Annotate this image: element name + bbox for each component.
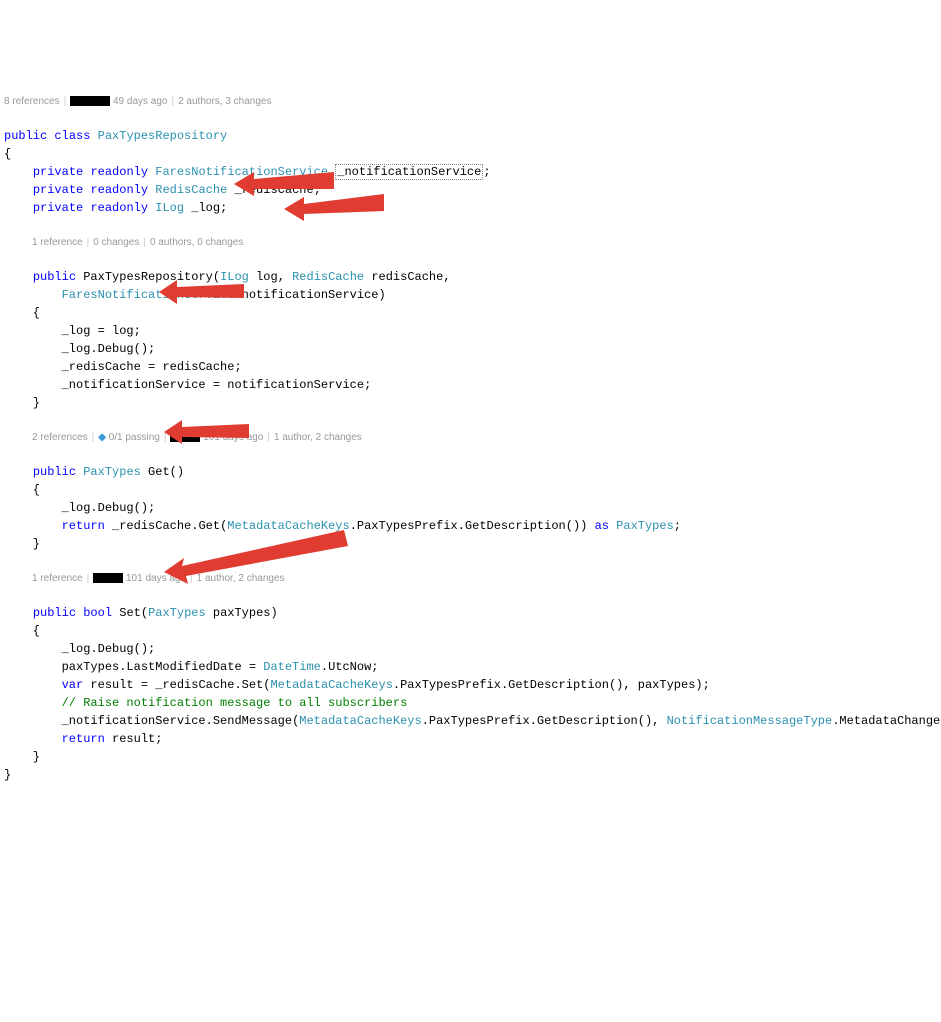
codelens-authors[interactable]: 2 authors, 3 changes	[178, 94, 271, 109]
keyword-readonly: readonly	[90, 165, 148, 179]
field-rediscache: _redisCache	[234, 183, 313, 197]
comment-raise: // Raise notification message to all sub…	[62, 696, 408, 710]
code-editor[interactable]: 8 references| 49 days ago|2 authors, 3 c…	[4, 76, 937, 928]
codelens-class[interactable]: 8 references| 49 days ago|2 authors, 3 c…	[4, 94, 937, 109]
codelens-refs[interactable]: 8 references	[4, 94, 60, 109]
type-paxtypesrepository: PaxTypesRepository	[98, 129, 228, 143]
keyword-public: public	[4, 129, 47, 143]
codelens-days[interactable]: 49 days ago	[113, 94, 168, 109]
codelens-get[interactable]: 2 references|◆ 0/1 passing| 101 days ago…	[32, 430, 937, 445]
ctor-name: PaxTypesRepository	[83, 270, 213, 284]
redacted-author	[170, 432, 200, 442]
type-ilog: ILog	[155, 201, 184, 215]
redacted-author	[93, 573, 123, 583]
type-rediscache: RedisCache	[155, 183, 227, 197]
type-faresnotificationservice: FaresNotificationService	[155, 165, 328, 179]
redacted-author	[70, 96, 110, 106]
field-notificationservice: _notificationService	[335, 164, 483, 180]
keyword-class: class	[54, 129, 90, 143]
test-status-icon[interactable]: ◆	[98, 430, 106, 445]
codelens-set[interactable]: 1 reference| 101 days ago|1 author, 2 ch…	[32, 571, 937, 586]
keyword-private: private	[33, 165, 83, 179]
method-get: Get	[148, 465, 170, 479]
method-set: Set	[119, 606, 141, 620]
codelens-ctor[interactable]: 1 reference|0 changes|0 authors, 0 chang…	[32, 235, 937, 250]
field-log: _log	[191, 201, 220, 215]
